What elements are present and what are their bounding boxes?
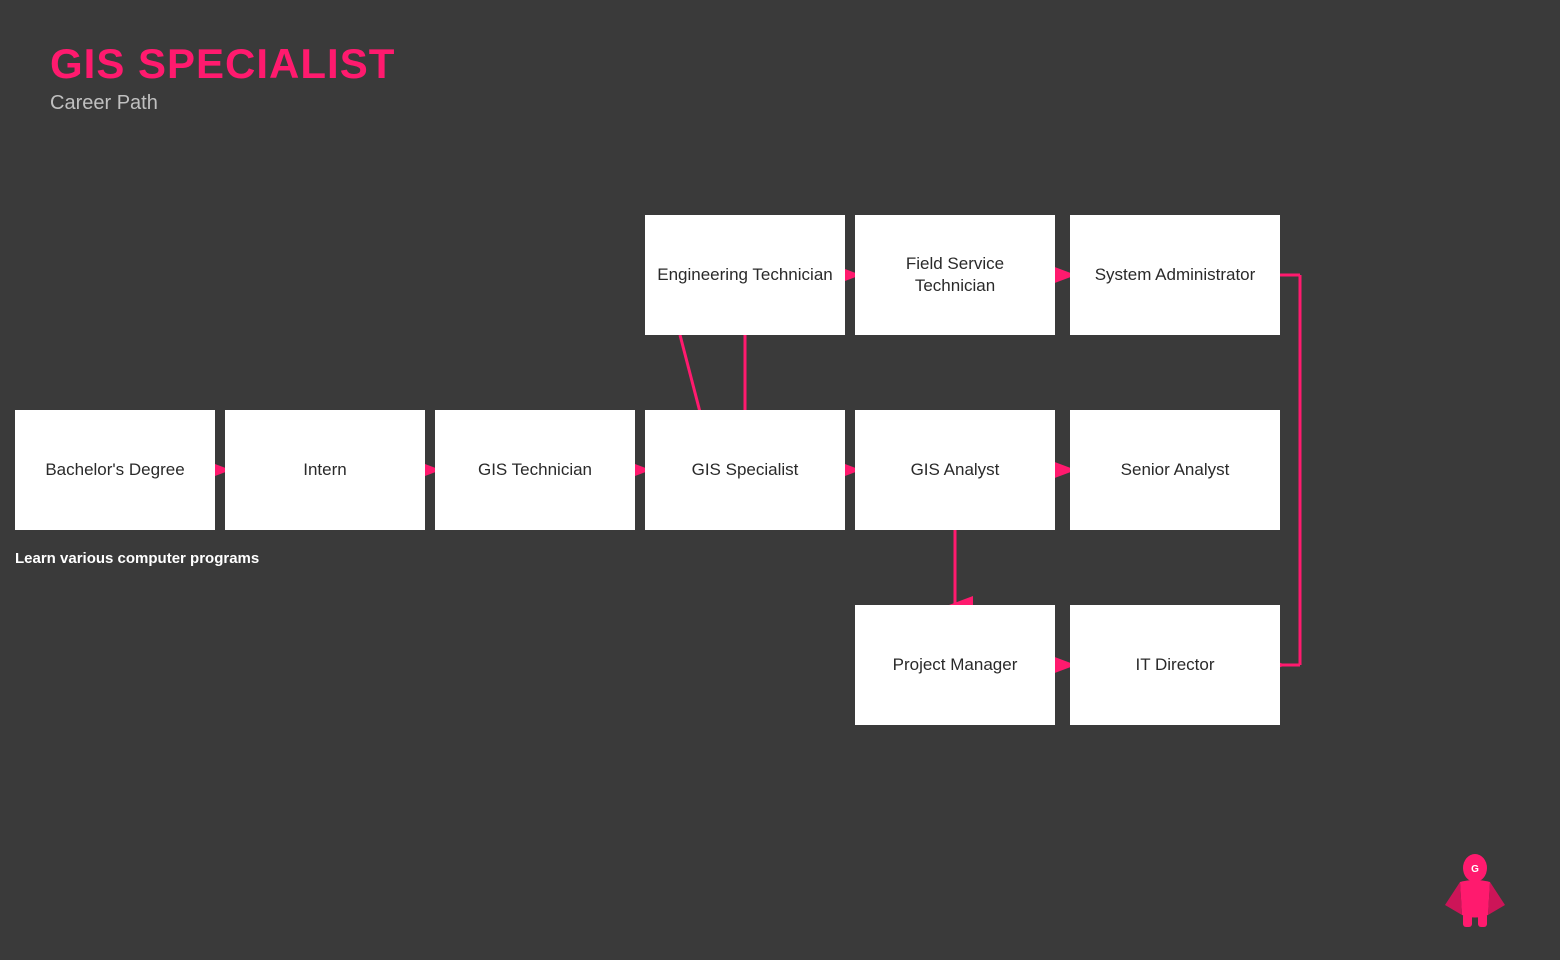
box-gis-technician: GIS Technician: [435, 410, 635, 530]
header: GIS SPECIALIST Career Path: [50, 40, 395, 115]
note-text: Learn various computer programs: [15, 550, 259, 567]
box-field-service-technician: Field Service Technician: [855, 215, 1055, 335]
box-system-administrator: System Administrator: [1070, 215, 1280, 335]
box-senior-analyst: Senior Analyst: [1070, 410, 1280, 530]
diagram: Bachelor's Degree Intern GIS Technician …: [0, 160, 1560, 920]
svg-text:G: G: [1471, 864, 1479, 875]
box-gis-analyst: GIS Analyst: [855, 410, 1055, 530]
box-engineering-technician: Engineering Technician: [645, 215, 845, 335]
box-intern: Intern: [225, 410, 425, 530]
box-it-director: IT Director: [1070, 605, 1280, 725]
page-subtitle: Career Path: [50, 92, 395, 115]
page-title: GIS SPECIALIST: [50, 40, 395, 88]
box-gis-specialist: GIS Specialist: [645, 410, 845, 530]
box-project-manager: Project Manager: [855, 605, 1055, 725]
box-bachelors-degree: Bachelor's Degree: [15, 410, 215, 530]
mascot-icon: G: [1440, 850, 1510, 930]
